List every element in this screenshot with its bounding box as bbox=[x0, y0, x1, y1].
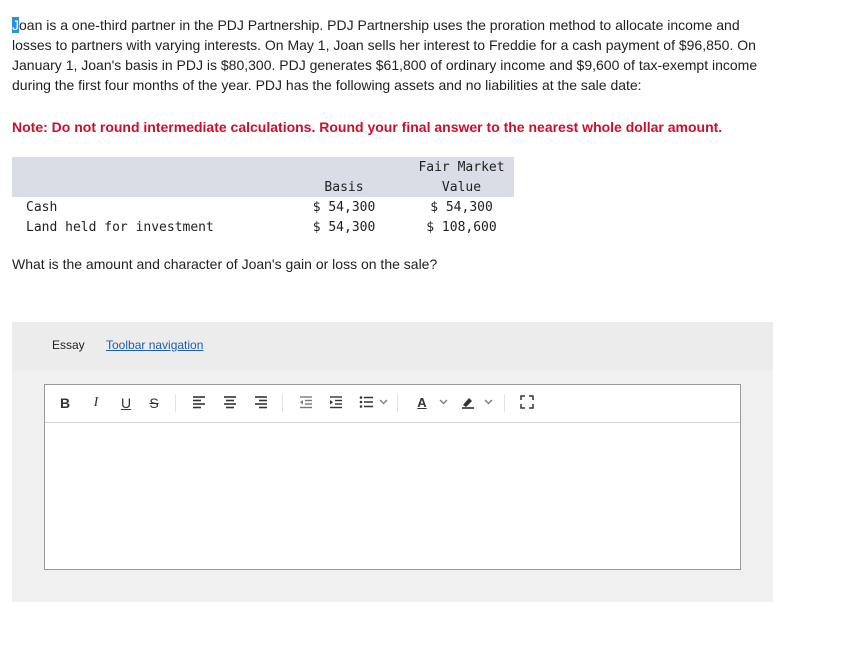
highlight-color-button[interactable] bbox=[459, 393, 477, 413]
strikethrough-button[interactable]: S bbox=[146, 393, 162, 413]
align-left-icon bbox=[193, 396, 205, 409]
indent-button[interactable] bbox=[327, 393, 345, 413]
header-basis: Basis bbox=[324, 179, 364, 195]
header-empty bbox=[12, 157, 279, 177]
expand-icon bbox=[520, 395, 534, 409]
font-color-button[interactable]: A bbox=[415, 393, 429, 413]
row-basis: $ 54,300 bbox=[312, 199, 376, 215]
toolbar-navigation-link[interactable]: Toolbar navigation bbox=[106, 338, 203, 352]
table-header-row-1: Fair Market bbox=[12, 157, 514, 177]
chevron-down-icon bbox=[379, 399, 387, 405]
essay-text-area[interactable] bbox=[45, 422, 740, 569]
indent-icon bbox=[330, 396, 342, 409]
essay-label: Essay bbox=[52, 338, 85, 352]
toolbar-separator bbox=[282, 394, 283, 412]
row-fmv: $ 54,300 bbox=[430, 199, 493, 215]
problem-text: Joan is a one-third partner in the PDJ P… bbox=[12, 15, 782, 95]
assets-table: Fair Market Basis Value Cash $ 54,300 $ … bbox=[12, 157, 514, 237]
editor-toolbar: B I U S A bbox=[45, 385, 740, 423]
bulleted-list-button[interactable] bbox=[357, 393, 375, 413]
underline-button[interactable]: U bbox=[119, 393, 133, 413]
header-fmv-line2: Value bbox=[441, 179, 482, 195]
italic-button[interactable]: I bbox=[89, 393, 103, 413]
toolbar-separator bbox=[397, 394, 398, 412]
problem-body: oan is a one-third partner in the PDJ Pa… bbox=[12, 17, 758, 93]
essay-header: Essay Toolbar navigation bbox=[12, 322, 773, 370]
note-text: Note: Do not round intermediate calculat… bbox=[12, 119, 723, 135]
essay-editor: B I U S A bbox=[44, 384, 741, 570]
outdent-button[interactable] bbox=[297, 393, 315, 413]
toolbar-separator bbox=[175, 394, 176, 412]
bold-button[interactable]: B bbox=[57, 393, 73, 413]
fullscreen-button[interactable] bbox=[518, 393, 536, 413]
question-text: What is the amount and character of Joan… bbox=[12, 256, 438, 272]
toolbar-separator bbox=[504, 394, 505, 412]
problem-first-letter: J bbox=[12, 17, 19, 33]
table-header-row-2: Basis Value bbox=[12, 177, 514, 197]
bulleted-list-icon bbox=[359, 396, 373, 408]
align-right-icon bbox=[255, 396, 267, 409]
align-center-icon bbox=[224, 396, 236, 409]
header-fmv-line1: Fair Market bbox=[418, 159, 505, 175]
header-basis-empty bbox=[279, 157, 409, 177]
chevron-down-icon bbox=[439, 399, 447, 405]
align-right-button[interactable] bbox=[252, 393, 270, 413]
align-left-button[interactable] bbox=[190, 393, 208, 413]
outdent-icon bbox=[300, 396, 312, 409]
chevron-down-icon bbox=[484, 399, 492, 405]
row-label: Land held for investment bbox=[26, 219, 214, 235]
table-row: Cash $ 54,300 $ 54,300 bbox=[12, 197, 514, 217]
row-fmv: $ 108,600 bbox=[426, 219, 497, 235]
row-basis: $ 54,300 bbox=[312, 219, 376, 235]
header-empty bbox=[12, 177, 279, 197]
align-center-button[interactable] bbox=[221, 393, 239, 413]
highlight-color-dropdown[interactable] bbox=[482, 393, 494, 413]
highlighter-icon bbox=[462, 398, 474, 409]
list-style-dropdown[interactable] bbox=[377, 393, 389, 413]
table-row: Land held for investment $ 54,300 $ 108,… bbox=[12, 217, 514, 237]
font-color-dropdown[interactable] bbox=[437, 393, 449, 413]
row-label: Cash bbox=[26, 199, 58, 215]
